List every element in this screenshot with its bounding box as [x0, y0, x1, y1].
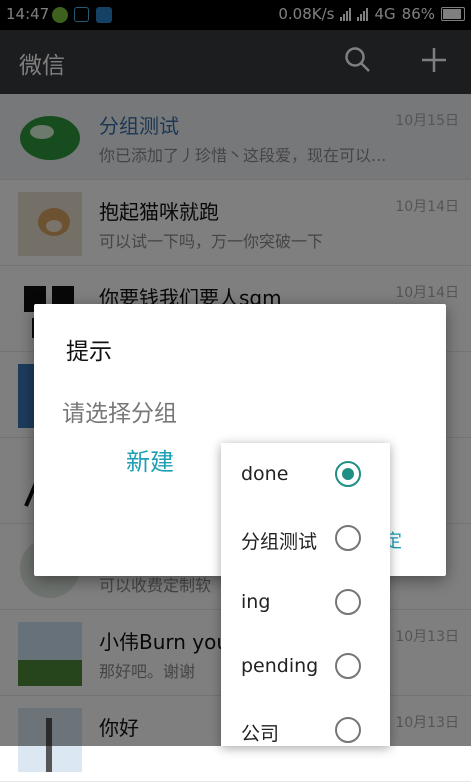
- radio-unchecked-icon[interactable]: [335, 717, 361, 743]
- dialog-message: 请选择分组: [62, 401, 177, 427]
- group-options-popup: done 分组测试 ing pending 公司: [221, 443, 390, 746]
- option-label: 公司: [241, 723, 280, 745]
- radio-unchecked-icon[interactable]: [335, 589, 361, 615]
- new-group-button[interactable]: 新建: [126, 442, 174, 477]
- group-option-ing[interactable]: ing: [221, 571, 390, 635]
- group-option-company[interactable]: 公司: [221, 699, 390, 746]
- dialog-title: 提示: [66, 339, 112, 365]
- option-label: 分组测试: [241, 531, 318, 553]
- radio-unchecked-icon[interactable]: [335, 653, 361, 679]
- group-option-test[interactable]: 分组测试: [221, 507, 390, 571]
- group-option-done[interactable]: done: [221, 443, 390, 507]
- option-label: pending: [241, 655, 319, 677]
- option-label: done: [241, 463, 289, 485]
- option-label: ing: [241, 591, 271, 613]
- group-option-pending[interactable]: pending: [221, 635, 390, 699]
- radio-unchecked-icon[interactable]: [335, 525, 361, 551]
- radio-checked-icon[interactable]: [335, 461, 361, 487]
